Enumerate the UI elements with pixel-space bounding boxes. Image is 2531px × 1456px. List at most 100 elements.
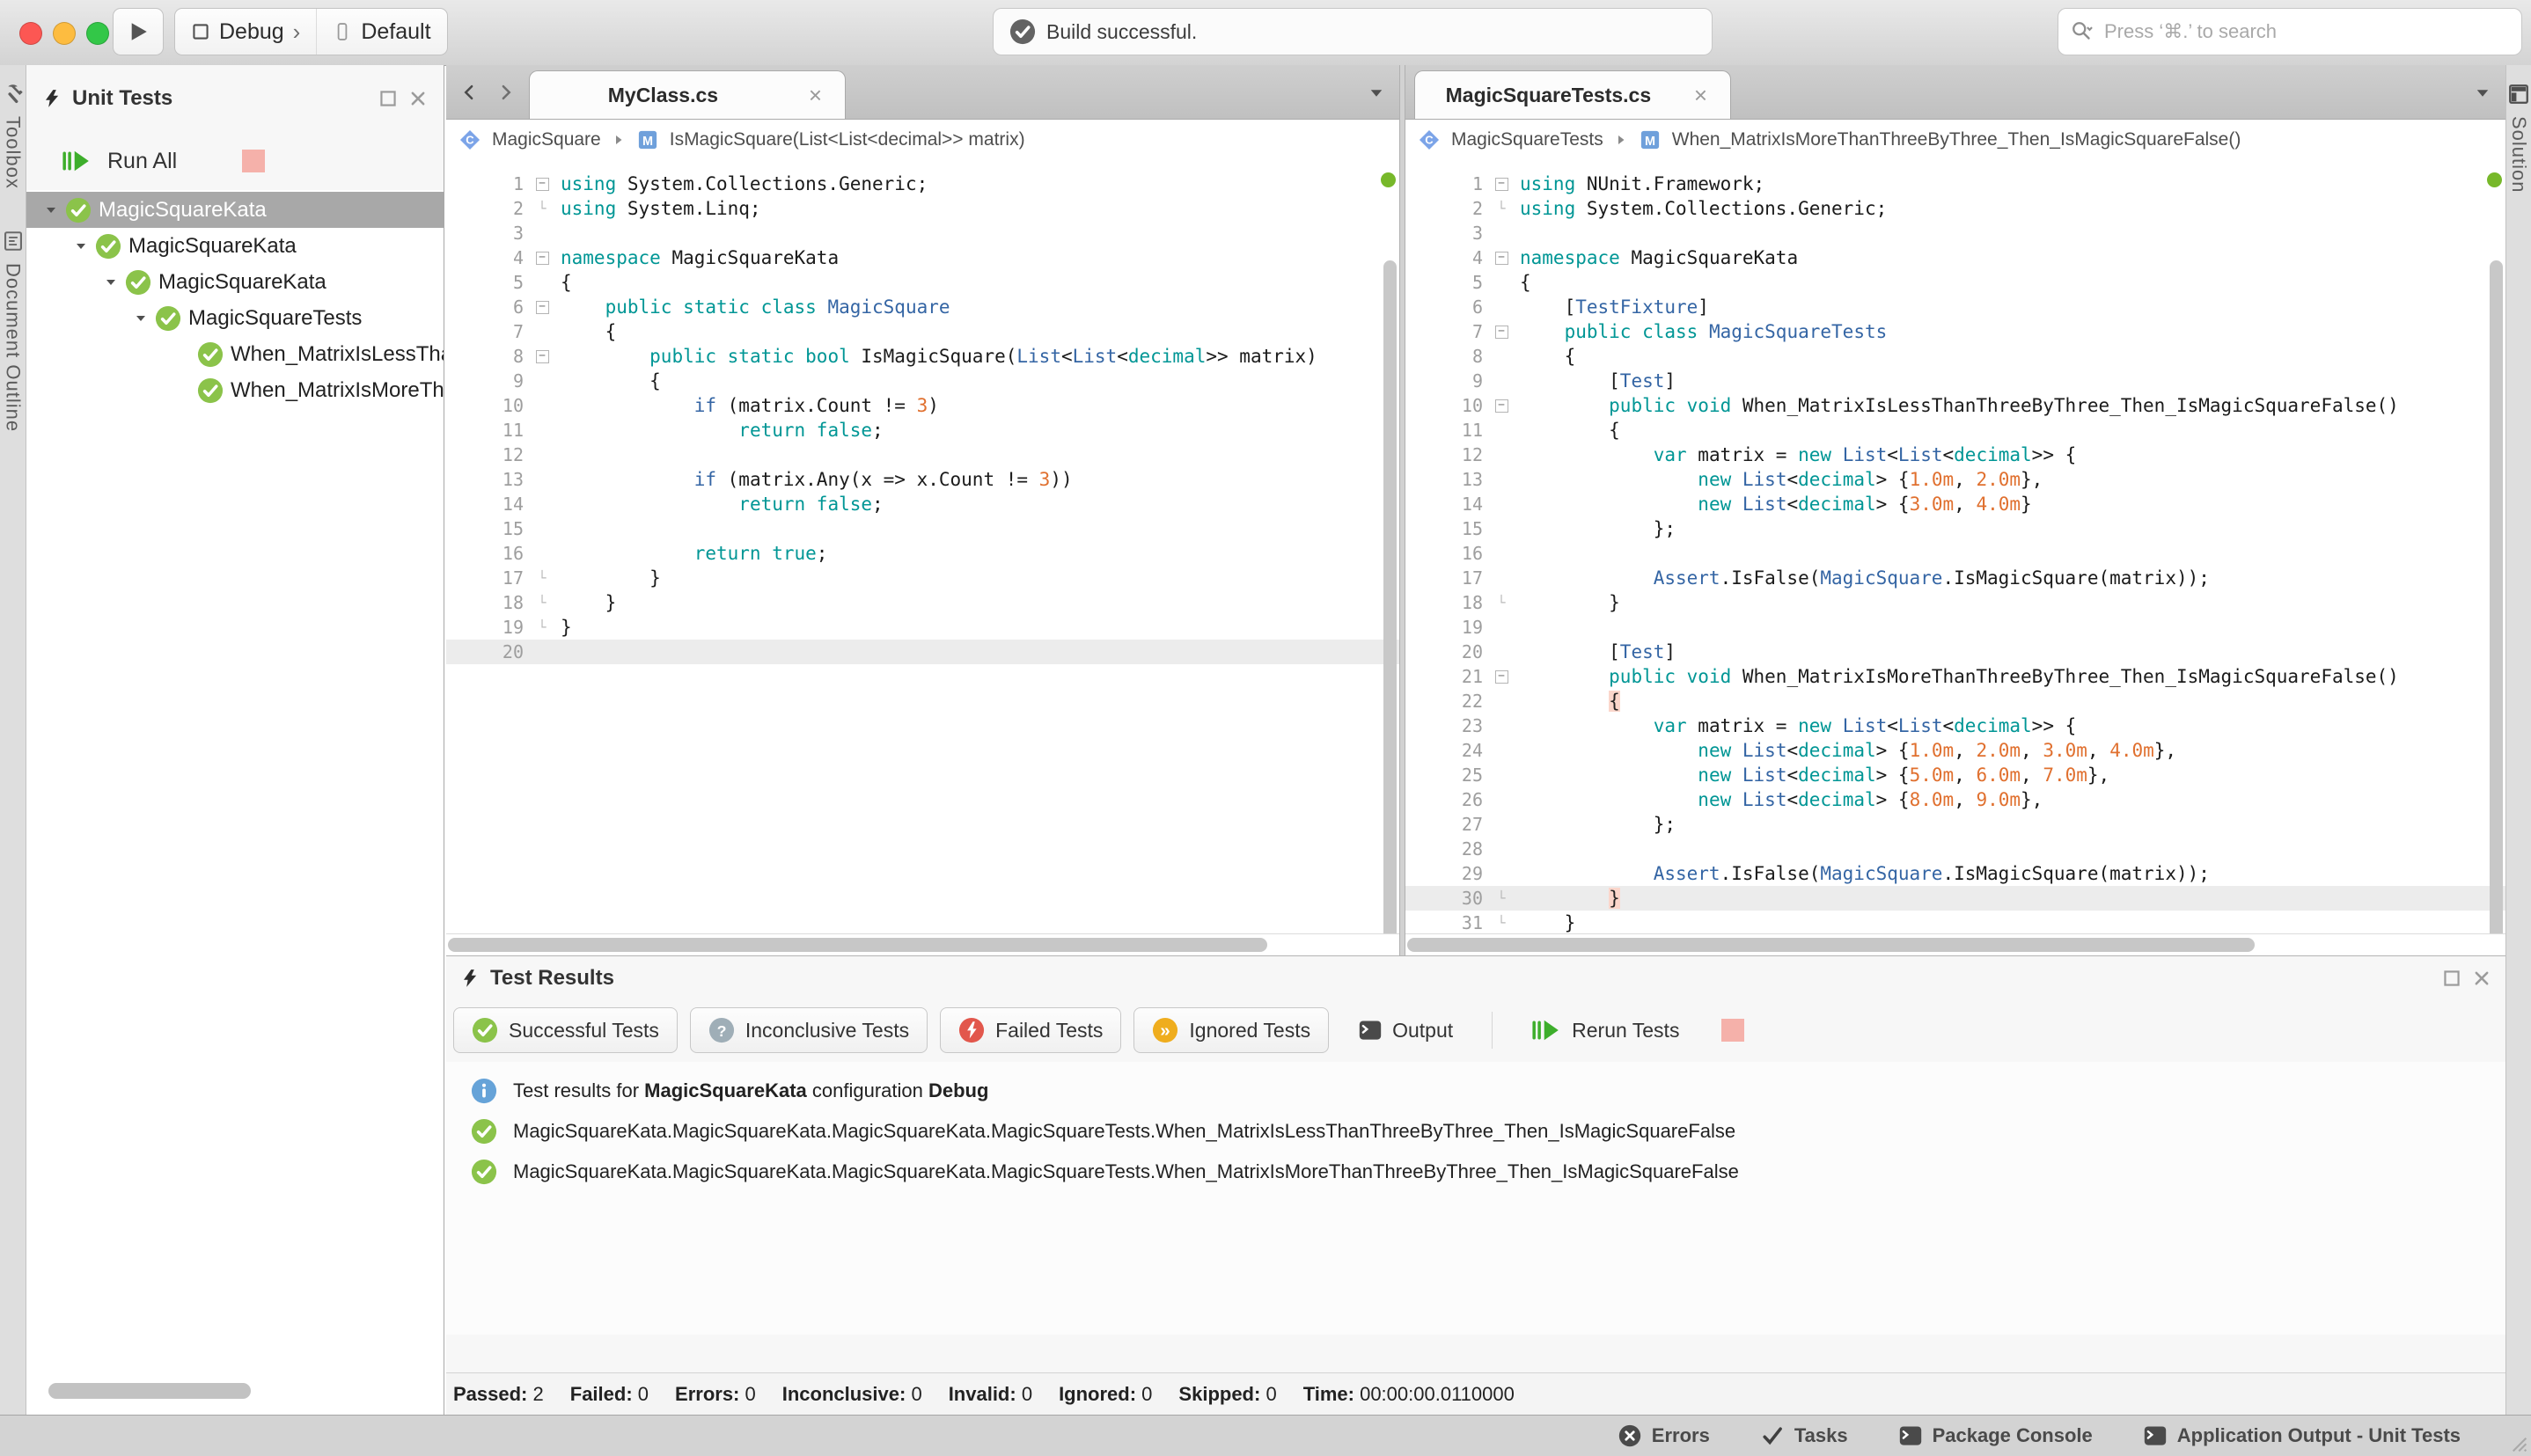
code-editor[interactable]: 1− using NUnit.Framework; 2 └ using System.C… [1405, 160, 2505, 934]
tree-item[interactable]: MagicSquareKata [26, 192, 444, 228]
navigate-forward-icon[interactable] [497, 84, 515, 101]
fold-margin[interactable]: − [531, 295, 554, 319]
breadcrumb-container[interactable]: MagicSquareTests [1451, 129, 1603, 150]
fold-collapse-icon[interactable]: − [535, 251, 549, 265]
build-status-text: Build successful. [1046, 19, 1198, 43]
code-line: 8 { [1405, 344, 2505, 369]
fold-margin[interactable]: − [531, 245, 554, 270]
tab-list-dropdown-icon[interactable] [1368, 84, 1385, 102]
stop-swatch-icon[interactable] [242, 150, 266, 172]
rerun-tests-button[interactable]: Rerun Tests [1514, 1007, 1697, 1053]
fold-collapse-icon[interactable]: − [1494, 251, 1508, 265]
run-all-label[interactable]: Run All [107, 149, 177, 174]
run-all-icon[interactable] [62, 149, 92, 173]
statusbar-item-label: Package Console [1932, 1424, 2093, 1446]
code-text: { [1520, 346, 1576, 367]
expander-icon[interactable] [104, 275, 118, 289]
fold-collapse-icon[interactable]: − [1494, 669, 1508, 684]
dock-item-solution[interactable]: Solution [2507, 83, 2530, 194]
dock-item-toolbox[interactable]: Toolbox [2, 83, 25, 189]
tree-item[interactable]: MagicSquareKata [26, 264, 444, 300]
result-row[interactable]: MagicSquareKata.MagicSquareKata.MagicSqu… [446, 1111, 2505, 1152]
ignored-circle-icon: » [1152, 1017, 1178, 1043]
statusbar-item-tasks[interactable]: Tasks [1761, 1424, 1848, 1447]
code-text: { [561, 370, 661, 391]
filter-failed-tests[interactable]: Failed Tests [940, 1007, 1122, 1053]
vertical-scrollbar[interactable] [1383, 260, 1397, 955]
tree-item[interactable]: MagicSquareTests [26, 300, 444, 336]
code-text: return false; [738, 420, 884, 441]
fold-margin[interactable]: − [1490, 172, 1513, 196]
tab-list-dropdown-icon[interactable] [2474, 84, 2491, 102]
fold-margin [1490, 443, 1513, 467]
fold-margin[interactable]: − [531, 172, 554, 196]
window-zoom-button[interactable] [86, 22, 109, 45]
fold-collapse-icon[interactable]: − [1494, 325, 1508, 339]
close-pad-icon[interactable] [408, 89, 428, 108]
code-text: Assert.IsFalse(MagicSquare.IsMagicSquare… [1653, 567, 2210, 589]
fold-margin[interactable]: − [1490, 664, 1513, 689]
vertical-scrollbar[interactable] [2490, 260, 2503, 955]
dock-pad-icon[interactable] [2442, 969, 2461, 988]
stop-swatch-icon[interactable] [1721, 1019, 1745, 1042]
resize-grip[interactable] [2505, 1430, 2527, 1452]
code-text: [Test] [1520, 370, 1676, 391]
close-tab-icon[interactable]: × [809, 84, 822, 106]
fold-collapse-icon[interactable]: − [1494, 177, 1508, 191]
expander-icon[interactable] [134, 311, 148, 326]
window-minimize-button[interactable] [53, 22, 76, 45]
navigate-back-icon[interactable] [460, 84, 478, 101]
result-row[interactable]: MagicSquareKata.MagicSquareKata.MagicSqu… [446, 1152, 2505, 1192]
fold-margin [1490, 418, 1513, 443]
statusbar-item-application-output-unit-tests[interactable]: Application Output - Unit Tests [2144, 1424, 2461, 1447]
output-label: Output [1392, 1018, 1454, 1042]
tab-tests[interactable]: MagicSquareTests.cs × [1414, 70, 1731, 119]
dock-pad-icon[interactable] [378, 89, 398, 108]
breadcrumb-member[interactable]: IsMagicSquare(List<List<decimal>> matrix… [670, 129, 1025, 150]
result-row[interactable]: Test results for MagicSquareKata configu… [446, 1071, 2505, 1111]
fold-margin[interactable]: − [531, 344, 554, 369]
line-number: 4 [512, 247, 524, 268]
breadcrumb: C MagicSquare M IsMagicSquare(List<List<… [446, 120, 1399, 161]
code-editor[interactable]: 1− using System.Collections.Generic; 2 └ usi… [446, 160, 1399, 934]
code-line: 9 [Test] [1405, 369, 2505, 393]
filter-inconclusive-tests[interactable]: ? Inconclusive Tests [689, 1007, 928, 1053]
statusbar-item-package-console[interactable]: Package Console [1899, 1424, 2093, 1447]
device-config-segment[interactable]: Default [316, 9, 446, 55]
expander-icon[interactable] [44, 203, 58, 217]
editor-splitter[interactable] [1399, 65, 1405, 955]
dock-item-document-outline[interactable]: Document Outline [2, 230, 25, 432]
filter-ignored-tests[interactable]: » Ignored Tests [1133, 1007, 1330, 1053]
tab-myclass[interactable]: MyClass.cs × [529, 70, 846, 119]
line-number: 12 [502, 444, 524, 465]
close-pad-icon[interactable] [2472, 969, 2491, 988]
statusbar-item-errors[interactable]: Errors [1618, 1424, 1710, 1447]
global-search[interactable] [2058, 8, 2522, 55]
configuration-selector[interactable]: Debug › Default [174, 8, 448, 55]
search-input[interactable] [2102, 19, 2509, 44]
results-summary: Passed: 2 Failed: 0 Errors: 0 Inconclusive:… [446, 1372, 2505, 1415]
sidebar-horizontal-scrollbar[interactable] [48, 1383, 251, 1399]
breadcrumb-container[interactable]: MagicSquare [492, 129, 601, 150]
tree-item[interactable]: MagicSquareKata [26, 228, 444, 264]
fold-margin[interactable]: − [1490, 393, 1513, 418]
fold-collapse-icon[interactable]: − [535, 349, 549, 363]
fold-collapse-icon[interactable]: − [1494, 399, 1508, 413]
fold-collapse-icon[interactable]: − [535, 177, 549, 191]
breadcrumb-member[interactable]: When_MatrixIsMoreThanThreeByThree_Then_I… [1672, 129, 2241, 150]
debug-config-segment[interactable]: Debug › [175, 9, 316, 55]
close-tab-icon[interactable]: × [1694, 84, 1707, 106]
expander-icon[interactable] [74, 239, 88, 253]
code-text: new List<decimal> {8.0m, 9.0m}, [1698, 789, 2043, 810]
tree-item[interactable]: When_MatrixIsLessThanThreeByThree_Then_I… [26, 336, 444, 372]
output-button[interactable]: Output [1341, 1007, 1471, 1053]
filter-successful-tests[interactable]: Successful Tests [453, 1007, 678, 1053]
tree-item[interactable]: When_MatrixIsMoreThanThreeByThree_Then_I… [26, 372, 444, 408]
window-close-button[interactable] [19, 22, 42, 45]
fold-margin[interactable]: − [1490, 245, 1513, 270]
horizontal-scrollbar[interactable] [446, 933, 1399, 955]
run-button[interactable] [113, 8, 164, 55]
fold-margin[interactable]: − [1490, 319, 1513, 344]
fold-collapse-icon[interactable]: − [535, 300, 549, 314]
horizontal-scrollbar[interactable] [1405, 933, 2505, 955]
